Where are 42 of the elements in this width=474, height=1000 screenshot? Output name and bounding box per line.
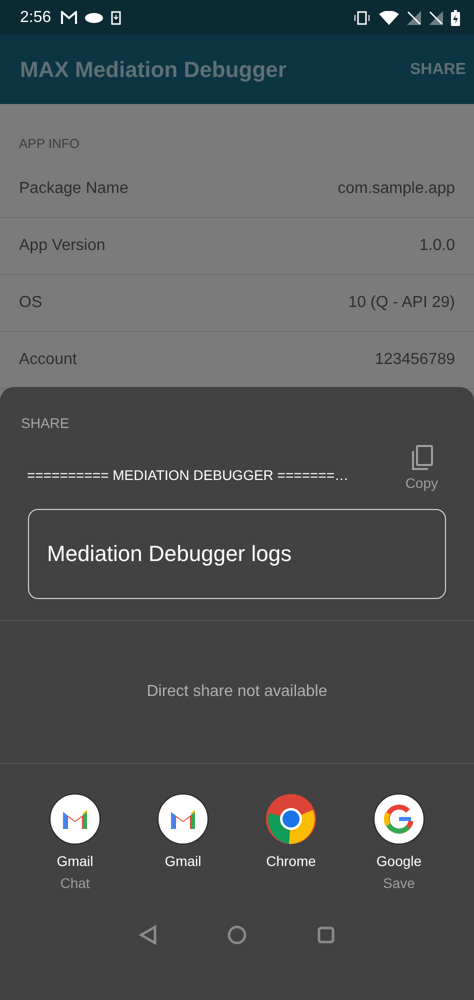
copy-icon xyxy=(410,445,434,471)
info-value: 1.0.0 xyxy=(419,237,455,255)
info-label: OS xyxy=(19,294,42,312)
info-value: 10 (Q - API 29) xyxy=(348,294,455,312)
gmail-logo-icon xyxy=(157,793,209,845)
app-target[interactable]: Gmail Chat xyxy=(21,793,129,905)
app-subtitle: Save xyxy=(383,875,415,891)
download-icon xyxy=(111,10,122,24)
battery-charging-icon xyxy=(451,10,460,26)
app-name: Chrome xyxy=(266,853,316,869)
app-title: MAX Mediation Debugger xyxy=(20,56,286,82)
app-name: Gmail xyxy=(56,853,94,869)
recents-button[interactable] xyxy=(317,926,335,944)
direct-share-message: Direct share not available xyxy=(146,683,328,701)
wifi-icon xyxy=(379,10,399,24)
no-signal-icon xyxy=(407,10,421,24)
chrome-logo-icon xyxy=(265,793,317,845)
copy-button[interactable]: Copy xyxy=(405,445,438,491)
status-time: 2:56 xyxy=(20,8,52,26)
info-label: Account xyxy=(19,351,77,369)
info-value: 123456789 xyxy=(374,351,455,369)
info-label: App Version xyxy=(19,237,106,255)
back-button[interactable] xyxy=(139,925,157,945)
info-label: Package Name xyxy=(19,180,128,198)
info-value: com.sample.app xyxy=(338,180,455,198)
app-target[interactable]: Google Save xyxy=(345,793,453,905)
preview-text: ========== MEDIATION DEBUGGER =======… xyxy=(27,467,349,483)
app-target[interactable]: Chrome xyxy=(237,793,345,905)
no-signal-icon xyxy=(429,10,443,24)
sheet-title: SHARE xyxy=(20,414,70,431)
home-button[interactable] xyxy=(227,925,247,945)
mail-icon xyxy=(61,10,78,24)
app-name: Gmail xyxy=(164,853,202,869)
vibrate-icon xyxy=(353,10,371,24)
cloud-icon xyxy=(85,12,104,22)
google-logo-icon xyxy=(373,793,425,845)
app-target[interactable]: Gmail xyxy=(129,793,237,905)
app-subtitle: Chat xyxy=(60,875,90,891)
section-header: APP INFO xyxy=(18,135,80,153)
gmail-logo-icon xyxy=(49,793,101,845)
subject-field[interactable]: Mediation Debugger logs xyxy=(28,509,446,599)
app-name: Google xyxy=(376,853,422,869)
